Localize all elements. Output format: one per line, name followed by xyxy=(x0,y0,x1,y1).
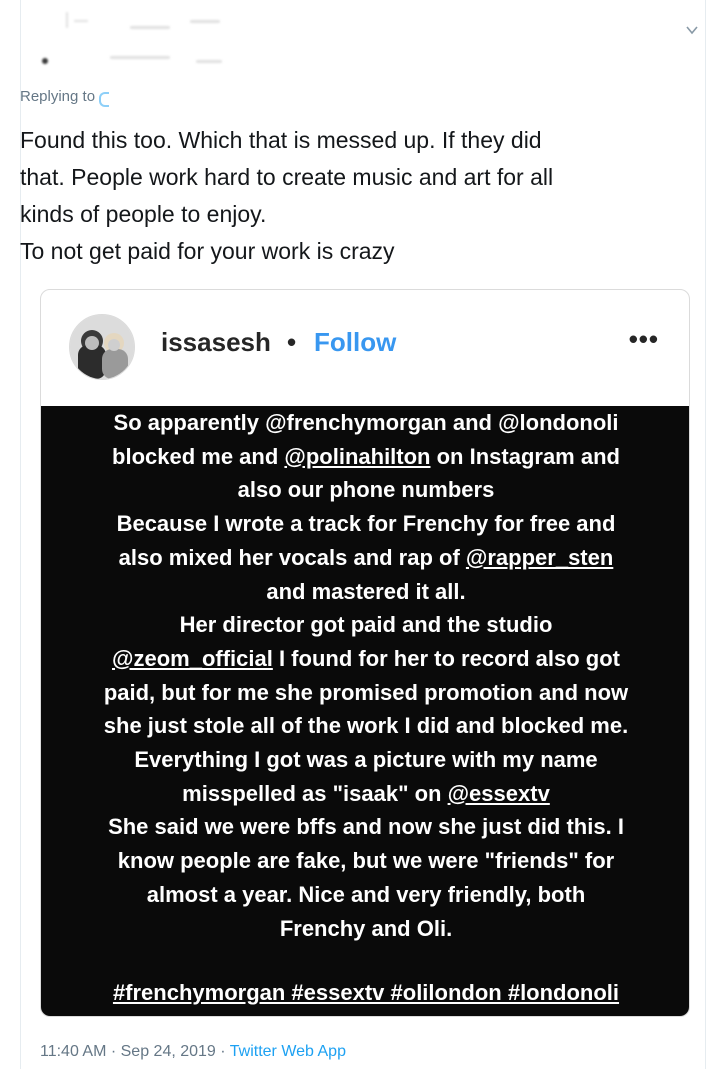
story-text-line: also our phone numbers xyxy=(41,473,689,507)
replying-label: Replying to xyxy=(20,88,96,105)
story-text-line: Her director got paid and the studio xyxy=(41,608,689,642)
story-text-segment: @frenchymorgan xyxy=(265,410,447,435)
story-text: So apparently @frenchymorgan and @london… xyxy=(41,406,689,946)
story-mention: @polinahilton xyxy=(284,443,431,469)
story-text-segment: on Instagram and xyxy=(430,443,620,469)
story-text-line: @zeom_official I found for her to record… xyxy=(41,642,689,676)
story-text-segment: blocked me and xyxy=(112,443,285,469)
author-header-redacted xyxy=(20,0,350,80)
story-text-segment: and xyxy=(446,410,499,435)
follow-button[interactable]: Follow xyxy=(314,327,396,358)
story-text-line: blocked me and @polinahilton on Instagra… xyxy=(41,440,689,474)
story-text-segment: also mixed her vocals and rap of xyxy=(118,544,466,570)
story-mention: @zeom_official xyxy=(112,645,273,671)
story-text-segment: almost a year. Nice and very friendly, b… xyxy=(146,881,586,907)
story-text-segment: Her director got paid and the studio xyxy=(179,612,553,638)
separator-dot: • xyxy=(287,327,297,357)
chevron-down-icon[interactable] xyxy=(684,22,700,38)
story-text-segment: know people are fake, but we were "frien… xyxy=(117,848,615,874)
story-text-line: So apparently @frenchymorgan and @london… xyxy=(41,406,689,440)
story-mention: @essextv xyxy=(447,780,550,806)
story-text-segment: paid, but for me she promised promotion … xyxy=(103,679,629,705)
story-text-segment: I found for her to record also got xyxy=(272,645,620,671)
embed-username[interactable]: issasesh xyxy=(161,327,271,358)
story-text-line: almost a year. Nice and very friendly, b… xyxy=(41,878,689,912)
story-text-line: paid, but for me she promised promotion … xyxy=(41,676,689,710)
tweet-text: Found this too. Which that is messed up.… xyxy=(20,122,660,270)
tweet-meta: 11:40 AM · Sep 24, 2019 · Twitter Web Ap… xyxy=(40,1043,346,1061)
story-text-segment: So apparently xyxy=(113,410,266,435)
story-text-line: She said we were bffs and now she just d… xyxy=(41,810,689,844)
tweet-text-line: kinds of people to enjoy. xyxy=(20,201,267,227)
story-text-segment: Everything I got was a picture with my n… xyxy=(134,747,598,773)
story-mention: @rapper_sten xyxy=(465,544,614,570)
story-text-line: also mixed her vocals and rap of @rapper… xyxy=(41,541,689,575)
story-text-segment: misspelled as "isaak" on xyxy=(182,780,448,806)
story-text-line: misspelled as "isaak" on @essextv xyxy=(41,777,689,811)
story-text-line: know people are fake, but we were "frien… xyxy=(41,844,689,878)
more-options-icon[interactable]: ••• xyxy=(629,324,659,355)
replying-to: Replying to xyxy=(20,88,219,108)
source-app-link[interactable]: Twitter Web App xyxy=(230,1043,346,1060)
tweet-text-line: To not get paid for your work is crazy xyxy=(20,238,395,264)
story-text-segment: @londonoli xyxy=(498,410,619,435)
story-text-segment: she just stole all of the work I did and… xyxy=(103,713,629,739)
story-text-segment: Frenchy and Oli. xyxy=(279,915,453,941)
instagram-embed-card[interactable]: issasesh • Follow ••• So apparently @fre… xyxy=(40,289,690,1017)
tweet-timestamp[interactable]: 11:40 AM · Sep 24, 2019 · xyxy=(40,1043,226,1060)
tweet-text-line: Found this too. Which that is messed up.… xyxy=(20,127,542,153)
story-text-segment: and mastered it all. xyxy=(266,578,466,604)
story-text-line: Frenchy and Oli. xyxy=(41,912,689,946)
tweet-text-line: that. People work hard to create music a… xyxy=(20,164,554,190)
story-text-segment: Because I wrote a track for Frenchy for … xyxy=(116,511,616,537)
story-text-segment: She said we were bffs and now she just d… xyxy=(108,814,624,840)
story-text-line: she just stole all of the work I did and… xyxy=(41,709,689,743)
embed-header: issasesh • Follow ••• xyxy=(41,290,689,405)
story-hashtags: #frenchymorgan #essextv #olilondon #lond… xyxy=(112,980,620,1005)
story-text-line: Everything I got was a picture with my n… xyxy=(41,743,689,777)
story-text-line: and mastered it all. xyxy=(41,575,689,609)
replying-handle-redacted[interactable] xyxy=(99,90,219,108)
story-image: So apparently @frenchymorgan and @london… xyxy=(41,406,689,1016)
avatar[interactable] xyxy=(69,314,135,380)
story-text-segment: also our phone numbers xyxy=(237,477,495,503)
story-text-line: Because I wrote a track for Frenchy for … xyxy=(41,507,689,541)
